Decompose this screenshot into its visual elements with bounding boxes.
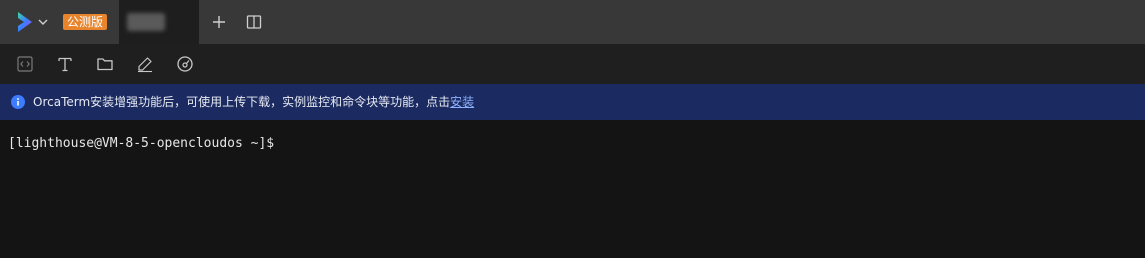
orcaterm-window: 公测版 OrcaTerm安装增强功能后，可使用上传下载，实例监控和命令块等功能，… bbox=[0, 0, 1145, 258]
pen-icon[interactable] bbox=[136, 55, 154, 73]
tab-bar: 公测版 bbox=[0, 0, 1145, 44]
install-link[interactable]: 安装 bbox=[450, 95, 474, 109]
toolbar bbox=[0, 44, 1145, 84]
info-icon bbox=[11, 95, 25, 109]
notice-text: OrcaTerm安装增强功能后，可使用上传下载，实例监控和命令块等功能，点击安装 bbox=[33, 94, 474, 110]
split-view-icon[interactable] bbox=[246, 14, 262, 30]
session-tab[interactable] bbox=[119, 0, 199, 44]
session-tab-title-redacted bbox=[127, 13, 165, 31]
terminal-area[interactable]: [lighthouse@VM-8-5-opencloudos ~]$ bbox=[0, 120, 1145, 258]
chevron-down-icon[interactable] bbox=[37, 16, 49, 28]
code-icon[interactable] bbox=[16, 55, 34, 73]
folder-icon[interactable] bbox=[96, 55, 114, 73]
plus-icon[interactable] bbox=[211, 14, 227, 30]
beta-badge: 公测版 bbox=[63, 14, 108, 30]
shell-prompt: [lighthouse@VM-8-5-opencloudos ~]$ bbox=[8, 136, 275, 151]
gauge-icon[interactable] bbox=[176, 55, 194, 73]
enhancement-notice-banner: OrcaTerm安装增强功能后，可使用上传下载，实例监控和命令块等功能，点击安装 bbox=[0, 84, 1145, 120]
text-icon[interactable] bbox=[56, 55, 74, 73]
notice-message: OrcaTerm安装增强功能后，可使用上传下载，实例监控和命令块等功能，点击 bbox=[33, 95, 451, 109]
orcaterm-logo-icon[interactable] bbox=[16, 11, 34, 33]
